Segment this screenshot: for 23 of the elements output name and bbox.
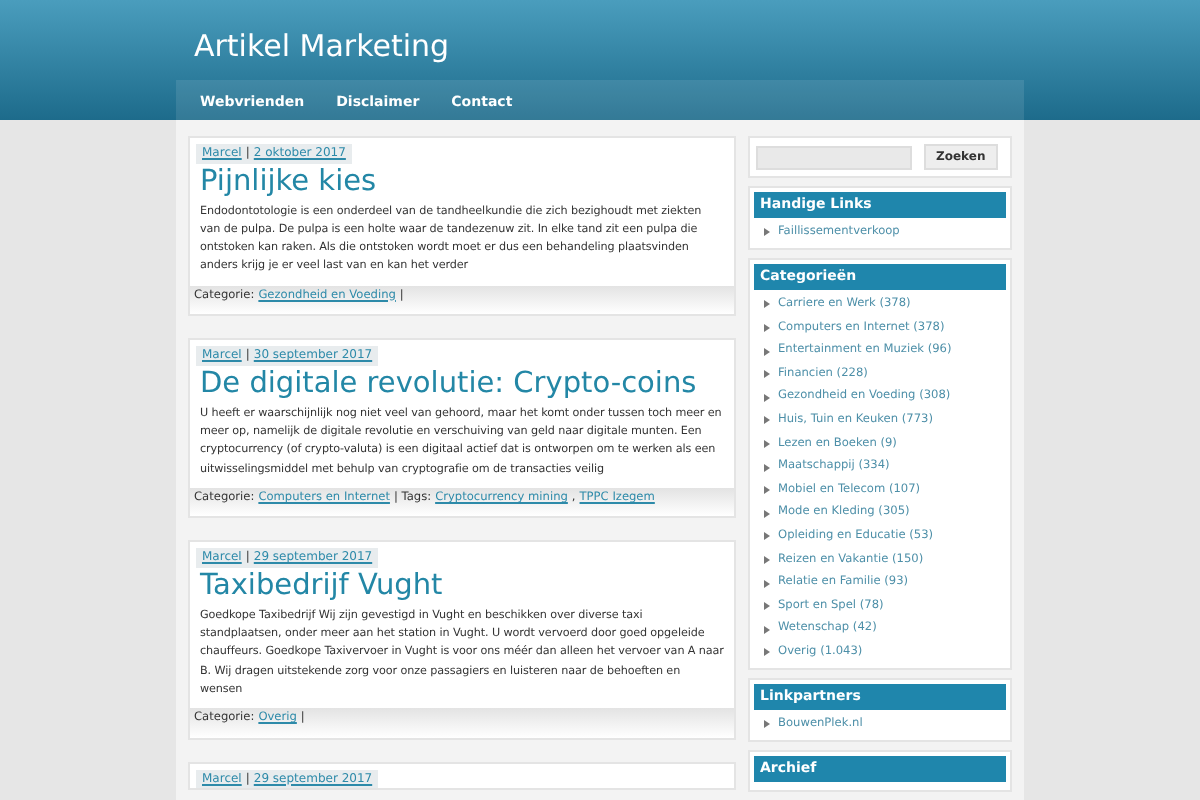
bullet-icon: [764, 720, 770, 729]
bullet-icon: [764, 648, 770, 657]
bullet-icon: [764, 300, 770, 309]
post-title[interactable]: Pijnlijke kies: [200, 167, 728, 200]
bullet-icon: [764, 416, 770, 425]
bullet-icon: [764, 532, 770, 541]
bullet-icon: [764, 625, 770, 634]
post-title[interactable]: Taxibedrijf Vught: [200, 572, 728, 605]
bullet-icon: [764, 486, 770, 495]
bullet-icon: [764, 555, 770, 564]
bullet-icon: [764, 602, 770, 611]
bullet-icon: [764, 579, 770, 588]
bullet-icon: [764, 370, 770, 379]
search-field[interactable]: [756, 145, 912, 169]
bullet-icon: [764, 509, 770, 518]
bullet-icon: [764, 228, 770, 237]
bullet-icon: [764, 393, 770, 402]
bullet-icon: [764, 323, 770, 332]
bullet-icon: [764, 347, 770, 356]
site-title[interactable]: Artikel Marketing: [176, 0, 1024, 80]
post-title[interactable]: De digitale revolutie: Crypto-coins: [200, 369, 728, 402]
bullet-icon: [764, 463, 770, 472]
bullet-icon: [764, 439, 770, 448]
